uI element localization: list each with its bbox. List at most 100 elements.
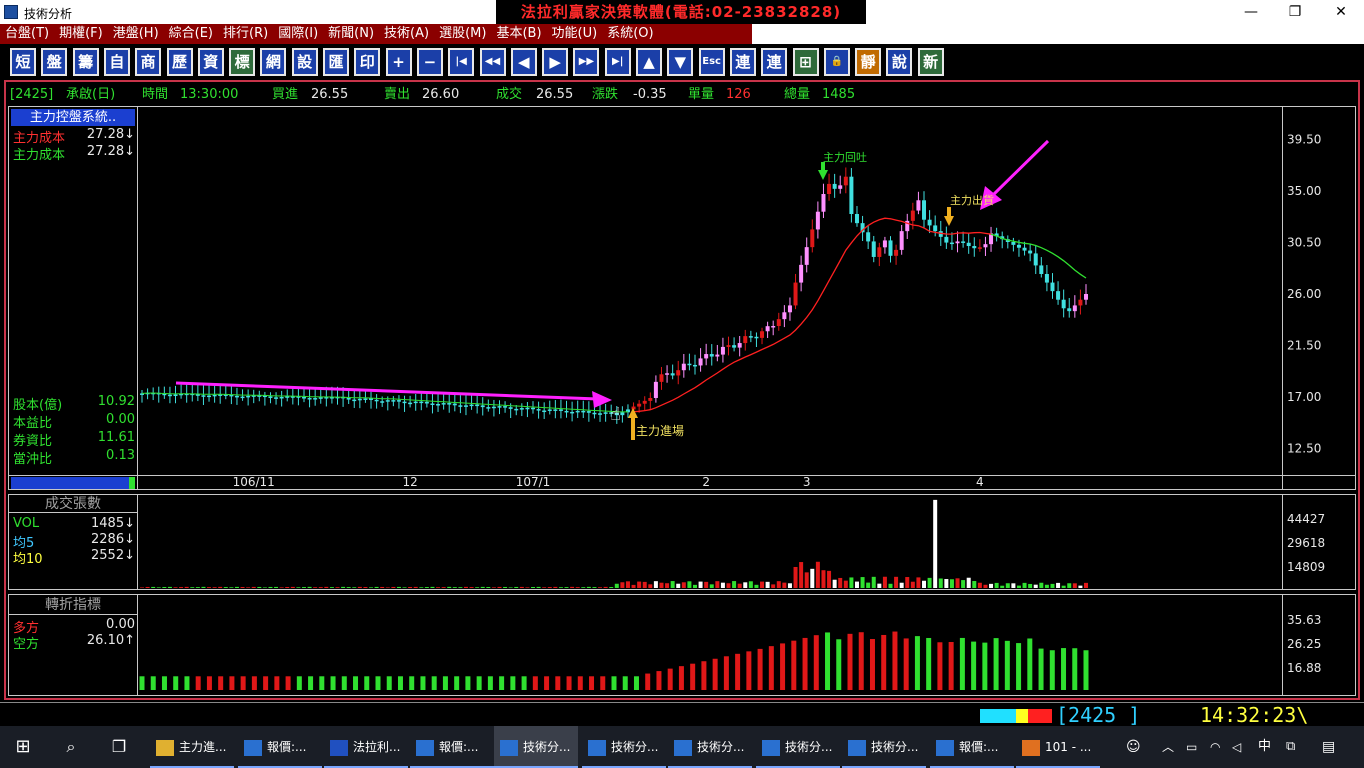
volume-bar <box>955 578 960 588</box>
taskbar-app-7[interactable]: 技術分... <box>756 726 840 768</box>
taskbar-app-10[interactable]: 101 - ... <box>1016 726 1100 768</box>
candle-body <box>698 358 703 366</box>
app-icon <box>936 739 954 756</box>
volume-bar <box>503 586 508 588</box>
volume-bar <box>352 587 357 588</box>
taskbar-app-0[interactable]: 主力進... <box>150 726 234 768</box>
taskbar-app-1[interactable]: 報價:... <box>238 726 322 768</box>
candle-body <box>503 406 508 408</box>
candle-body <box>436 404 441 406</box>
candle-body <box>575 410 580 413</box>
person-icon[interactable]: ☺ <box>1126 726 1146 768</box>
candle-body <box>1050 282 1055 292</box>
volume-bar <box>653 581 658 588</box>
taskbar-app-8[interactable]: 技術分... <box>842 726 926 768</box>
taskbar-app-6[interactable]: 技術分... <box>668 726 752 768</box>
volume-bar <box>402 587 407 588</box>
taskbar-app-9[interactable]: 報價:... <box>930 726 1014 768</box>
candle-body <box>514 408 519 411</box>
turn-indicator-bar <box>948 642 954 690</box>
tray-chevron-icon[interactable]: ︿ <box>1162 726 1180 768</box>
candle-body <box>1033 253 1038 266</box>
taskbar-app-4[interactable]: 技術分... <box>494 726 578 768</box>
volume-bar <box>570 586 575 588</box>
volume-bar <box>1056 582 1061 588</box>
ime-icon[interactable]: ⧉ <box>1286 726 1304 768</box>
candle-body <box>866 232 871 242</box>
volume-bar <box>748 581 753 588</box>
chart-canvas: 39.50 35.00 30.50 26.00 21.50 17.00 12.50 106/1… <box>139 133 1325 690</box>
volume-bar <box>944 579 949 588</box>
volume-bar <box>642 581 647 588</box>
volume-bar <box>866 582 871 588</box>
volume-bar <box>201 586 206 588</box>
turn-indicator-bar <box>633 676 639 690</box>
volume-bar <box>815 561 820 588</box>
turn-indicator-bar <box>319 676 325 690</box>
candle-body <box>240 396 245 399</box>
volume-bar <box>648 584 653 588</box>
wifi-icon[interactable]: ◠ <box>1210 726 1228 768</box>
candle-body <box>564 410 569 413</box>
volume-bar <box>424 587 429 588</box>
candle-body <box>815 211 820 230</box>
volume-bar <box>463 586 468 588</box>
candle-body <box>871 241 876 257</box>
candle-body <box>955 241 960 244</box>
volume-bar <box>1084 582 1088 588</box>
task-view-icon[interactable]: ❐ <box>96 726 142 768</box>
volume-bar <box>341 586 346 588</box>
volume-bar <box>860 577 865 588</box>
notification-icon[interactable]: ▤ <box>1322 726 1344 768</box>
volume-axis-label: 29618 <box>1287 536 1325 550</box>
candle-body <box>207 395 212 398</box>
candle-body <box>374 399 379 402</box>
candle-body <box>732 345 737 348</box>
candle-body <box>894 249 899 256</box>
candle-body <box>547 409 552 411</box>
turn-indicator-bar <box>858 632 864 690</box>
volume-bar <box>229 587 234 588</box>
volume-bar <box>854 581 859 588</box>
candle-body <box>469 404 474 407</box>
volume-bar <box>475 587 480 588</box>
volume-bar <box>575 587 580 588</box>
taskbar-app-3[interactable]: 報價:... <box>410 726 494 768</box>
candle-body <box>447 403 452 405</box>
long-arrow-line <box>175 381 599 401</box>
input-language[interactable]: 中 <box>1258 726 1276 768</box>
volume-bar <box>514 586 519 588</box>
volume-bar <box>374 586 379 588</box>
candle-body <box>586 411 591 413</box>
volume-bar <box>827 570 832 588</box>
candle-body <box>704 354 709 359</box>
candle-body <box>888 240 893 256</box>
volume-bar <box>279 587 284 588</box>
candle-body <box>681 363 686 371</box>
price-axis-label: 12.50 <box>1287 441 1321 455</box>
volume-icon[interactable]: ◁ <box>1232 726 1250 768</box>
main-out-marker-icon <box>944 207 954 226</box>
candle-body <box>558 409 563 411</box>
candle-body <box>234 395 239 398</box>
volume-bar <box>765 581 770 588</box>
volume-bar <box>1000 585 1005 588</box>
volume-axis-label: 44427 <box>1287 512 1325 526</box>
taskbar-app-2[interactable]: 法拉利... <box>324 726 408 768</box>
start-button[interactable]: ⊞ <box>0 726 46 768</box>
candle-body <box>832 183 837 189</box>
candle-body <box>927 219 932 226</box>
candle-body <box>581 410 586 413</box>
turn-indicator-bar <box>690 663 696 690</box>
battery-icon[interactable]: ▭ <box>1186 726 1204 768</box>
status-code-display: [2425 ] <box>1056 703 1141 727</box>
taskbar-app-5[interactable]: 技術分... <box>582 726 666 768</box>
volume-bar <box>369 587 374 588</box>
date-tick-label: 106/11 <box>233 475 275 489</box>
candle-body <box>430 403 435 405</box>
candle-body <box>167 394 172 397</box>
status-color-3 <box>1004 709 1016 723</box>
candle-body <box>760 331 765 338</box>
candle-body <box>983 244 988 248</box>
search-icon[interactable]: ⌕ <box>48 726 94 768</box>
